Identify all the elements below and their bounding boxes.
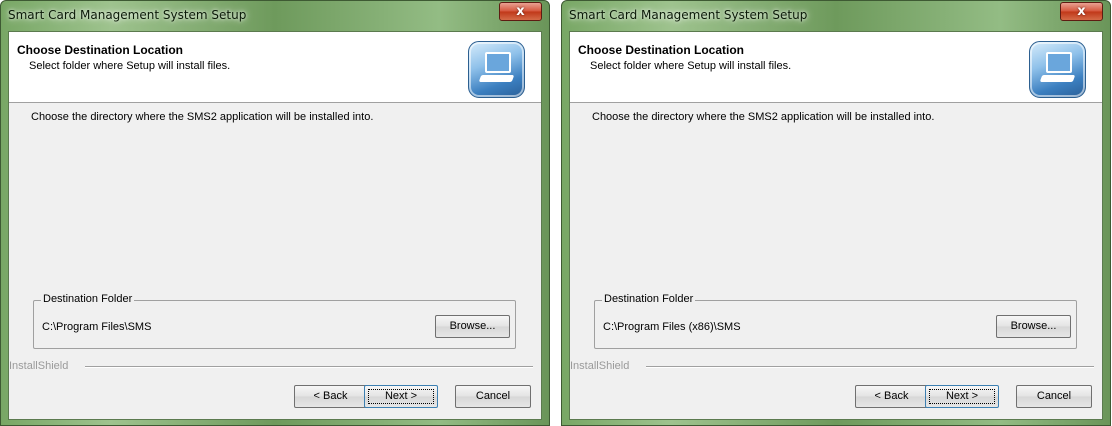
divider-line bbox=[85, 366, 533, 368]
back-button-label: < Back bbox=[313, 390, 348, 402]
cancel-button-label: Cancel bbox=[475, 390, 511, 402]
title-bar[interactable]: Smart Card Management System Setup x bbox=[562, 1, 1110, 31]
header-title: Choose Destination Location bbox=[17, 43, 184, 57]
setup-computer-icon bbox=[1029, 41, 1086, 98]
header-subtitle: Select folder where Setup will install f… bbox=[29, 60, 231, 72]
installshield-label: InstallShield bbox=[570, 360, 634, 372]
header-subtitle: Select folder where Setup will install f… bbox=[590, 60, 792, 72]
header-title: Choose Destination Location bbox=[578, 43, 745, 57]
browse-button-label: Browse... bbox=[1010, 320, 1057, 332]
close-button[interactable]: x bbox=[1060, 2, 1103, 21]
close-icon: x bbox=[1077, 4, 1086, 19]
destination-folder-label: Destination Folder bbox=[41, 293, 135, 305]
title-bar[interactable]: Smart Card Management System Setup x bbox=[1, 1, 549, 31]
next-button-label: Next > bbox=[945, 390, 979, 402]
back-button-label: < Back bbox=[874, 390, 909, 402]
dialog-client-area: Choose Destination Location Select folde… bbox=[8, 31, 542, 420]
close-button[interactable]: x bbox=[499, 2, 542, 21]
next-button[interactable]: Next > bbox=[925, 385, 999, 408]
setup-window: Smart Card Management System Setup x Cho… bbox=[561, 0, 1111, 426]
setup-window: Smart Card Management System Setup x Cho… bbox=[0, 0, 550, 426]
browse-button[interactable]: Browse... bbox=[996, 315, 1071, 338]
window-title: Smart Card Management System Setup bbox=[8, 8, 247, 22]
installshield-divider: InstallShield bbox=[570, 360, 1102, 374]
browse-button[interactable]: Browse... bbox=[435, 315, 510, 338]
dialog-header: Choose Destination Location Select folde… bbox=[9, 32, 541, 103]
installshield-label: InstallShield bbox=[9, 360, 73, 372]
divider-line bbox=[646, 366, 1094, 368]
destination-path: C:\Program Files (x86)\SMS bbox=[603, 321, 741, 333]
close-icon: x bbox=[516, 4, 525, 19]
destination-folder-group: Destination Folder C:\Program Files (x86… bbox=[594, 293, 1077, 349]
back-button[interactable]: < Back bbox=[855, 385, 928, 408]
destination-folder-group: Destination Folder C:\Program Files\SMS … bbox=[33, 293, 516, 349]
destination-path: C:\Program Files\SMS bbox=[42, 321, 152, 333]
next-button-label: Next > bbox=[384, 390, 418, 402]
dialog-client-area: Choose Destination Location Select folde… bbox=[569, 31, 1103, 420]
back-button[interactable]: < Back bbox=[294, 385, 367, 408]
setup-computer-icon bbox=[468, 41, 525, 98]
destination-folder-label: Destination Folder bbox=[602, 293, 696, 305]
next-button[interactable]: Next > bbox=[364, 385, 438, 408]
installshield-divider: InstallShield bbox=[9, 360, 541, 374]
instruction-text: Choose the directory where the SMS2 appl… bbox=[592, 111, 935, 123]
dialog-header: Choose Destination Location Select folde… bbox=[570, 32, 1102, 103]
cancel-button[interactable]: Cancel bbox=[455, 385, 531, 408]
window-title: Smart Card Management System Setup bbox=[569, 8, 808, 22]
browse-button-label: Browse... bbox=[449, 320, 496, 332]
instruction-text: Choose the directory where the SMS2 appl… bbox=[31, 111, 374, 123]
cancel-button[interactable]: Cancel bbox=[1016, 385, 1092, 408]
cancel-button-label: Cancel bbox=[1036, 390, 1072, 402]
